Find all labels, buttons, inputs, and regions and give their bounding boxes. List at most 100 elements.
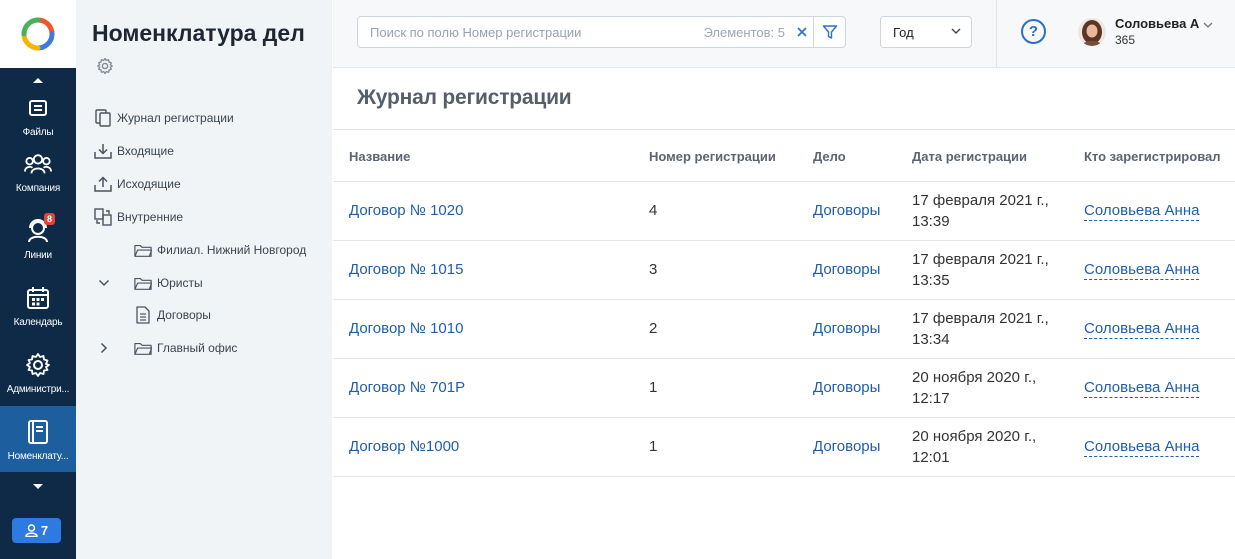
tree-item-outgoing[interactable]: Исходящие — [94, 173, 181, 195]
online-users-count: 7 — [40, 523, 49, 538]
row-case-link[interactable]: Договоры — [813, 438, 880, 455]
files-icon — [24, 94, 52, 122]
row-date: 20 ноября 2020 г., 12:01 — [912, 426, 1036, 468]
row-date-day: 20 ноября 2020 г., — [912, 369, 1037, 386]
column-header-number[interactable]: Номер регистрации — [649, 149, 776, 164]
table-row[interactable]: Договор № 1020 4 Договоры 17 февраля 202… — [333, 182, 1235, 241]
row-date-day: 17 февраля 2021 г., — [912, 251, 1049, 268]
rail-item-label: Линии — [24, 250, 52, 261]
rail-item-label: Календарь — [13, 317, 63, 328]
online-users-button[interactable]: 7 — [12, 518, 61, 543]
tree-item-branch-nn[interactable]: Филиал. Нижний Новгород — [134, 239, 306, 261]
clear-search-button[interactable] — [791, 17, 813, 47]
rail-item-label: Номенклату... — [7, 451, 69, 462]
row-name-link[interactable]: Договор № 701Р — [349, 379, 465, 396]
lines-badge: 8 — [43, 213, 55, 225]
table-row[interactable]: Договор №1000 1 Договоры 20 ноября 2020 … — [333, 418, 1235, 477]
tree-item-label: Исходящие — [117, 177, 181, 191]
row-number: 3 — [649, 261, 658, 278]
rail-item-admin[interactable]: Администри... — [0, 339, 76, 405]
outbox-upload-icon — [94, 175, 112, 193]
row-date-day: 17 февраля 2021 г., — [912, 192, 1049, 209]
row-date: 20 ноября 2020 г., 12:17 — [912, 367, 1036, 409]
column-header-date[interactable]: Дата регистрации — [912, 149, 1027, 164]
row-name-link[interactable]: Договор № 1010 — [349, 320, 463, 337]
table-row[interactable]: Договор № 1010 2 Договоры 17 февраля 202… — [333, 300, 1235, 359]
period-select[interactable]: Год — [880, 16, 972, 48]
row-case-link[interactable]: Договоры — [813, 320, 880, 337]
column-header-name[interactable]: Название — [349, 149, 410, 164]
tree-item-journal[interactable]: Журнал регистрации — [94, 107, 234, 129]
row-name-link[interactable]: Договор №1000 — [349, 438, 459, 455]
registration-table: Название Номер регистрации Дело Дата рег… — [333, 129, 1235, 477]
nomenclature-book-icon — [24, 418, 52, 446]
document-icon — [134, 306, 152, 324]
row-case-link[interactable]: Договоры — [813, 202, 880, 219]
tree-item-main-office[interactable]: Главный офис — [134, 337, 237, 359]
user-name: Соловьева А — [1115, 16, 1200, 31]
row-case-link[interactable]: Договоры — [813, 379, 880, 396]
rail-item-lines[interactable]: 8 Линии — [0, 205, 76, 271]
tree-item-incoming[interactable]: Входящие — [94, 140, 174, 162]
row-date-time: 13:34 — [912, 331, 950, 348]
row-user-link[interactable]: Соловьева Анна — [1084, 261, 1200, 280]
sidebar-title-text: Номенклатура дел — [92, 20, 305, 46]
tree-item-internal[interactable]: Внутренние — [94, 206, 183, 228]
rail-item-company[interactable]: Компания — [0, 138, 76, 204]
tree-item-contracts[interactable]: Договоры — [134, 304, 211, 326]
help-button[interactable]: ? — [1021, 19, 1046, 44]
column-header-case[interactable]: Дело — [813, 149, 846, 164]
tree-item-lawyers[interactable]: Юристы — [134, 272, 203, 294]
row-date: 17 февраля 2021 г., 13:39 — [912, 190, 1049, 232]
avatar — [1078, 18, 1106, 46]
search-input[interactable] — [358, 24, 678, 40]
user-info: Соловьева А 365 — [1115, 16, 1199, 48]
rail-item-label: Компания — [15, 183, 61, 194]
filter-button[interactable] — [813, 17, 845, 47]
close-icon — [797, 27, 807, 37]
caret-down-icon — [33, 484, 43, 489]
row-user-link[interactable]: Соловьева Анна — [1084, 320, 1200, 339]
inbox-download-icon — [94, 142, 112, 160]
row-name-link[interactable]: Договор № 1020 — [349, 202, 463, 219]
tree-expand-main-office[interactable] — [97, 341, 111, 355]
tree-item-label: Договоры — [157, 308, 211, 322]
rail-scroll-down[interactable] — [0, 483, 76, 495]
calendar-icon — [24, 284, 52, 312]
row-case-link[interactable]: Договоры — [813, 261, 880, 278]
row-user-link[interactable]: Соловьева Анна — [1084, 438, 1200, 457]
page-title: Журнал регистрации — [357, 86, 572, 109]
row-user-link[interactable]: Соловьева Анна — [1084, 379, 1200, 398]
folder-icon — [134, 241, 152, 259]
rail-item-nomenclature[interactable]: Номенклату... — [0, 406, 76, 472]
table-row[interactable]: Договор № 1015 3 Договоры 17 февраля 202… — [333, 241, 1235, 300]
chevron-down-icon — [951, 28, 961, 34]
app-rail: Файлы Компания 8 Линии Календарь Админис… — [0, 0, 76, 559]
sidebar-title: Номенклатура дел — [92, 17, 322, 83]
row-date-day: 20 ноября 2020 г., — [912, 428, 1037, 445]
copy-docs-icon — [94, 109, 112, 127]
tree-item-label: Филиал. Нижний Новгород — [157, 243, 307, 257]
rail-item-calendar[interactable]: Календарь — [0, 272, 76, 338]
row-number: 1 — [649, 379, 658, 396]
user-menu[interactable]: Соловьева А 365 — [1078, 12, 1213, 52]
sidebar: Номенклатура дел Журнал регистрации Вход… — [76, 0, 332, 559]
settings-gear-icon[interactable] — [96, 51, 114, 83]
chevron-down-icon — [1203, 22, 1213, 28]
rail-item-label: Файлы — [22, 127, 54, 138]
lines-icon: 8 — [24, 213, 55, 245]
tree-expand-lawyers[interactable] — [97, 276, 111, 290]
search-box: Элементов: 5 — [357, 16, 846, 48]
table-header: Название Номер регистрации Дело Дата рег… — [333, 129, 1235, 182]
row-number: 1 — [649, 438, 658, 455]
row-user-link[interactable]: Соловьева Анна — [1084, 202, 1200, 221]
column-header-registered-by[interactable]: Кто зарегистрировал — [1084, 149, 1221, 164]
row-date-time: 13:35 — [912, 272, 950, 289]
app-logo[interactable] — [0, 0, 76, 68]
app-logo-icon — [21, 17, 55, 51]
table-row[interactable]: Договор № 701Р 1 Договоры 20 ноября 2020… — [333, 359, 1235, 418]
row-name-link[interactable]: Договор № 1015 — [349, 261, 463, 278]
row-number: 2 — [649, 320, 658, 337]
company-icon — [24, 150, 52, 178]
user-icon — [25, 524, 38, 537]
